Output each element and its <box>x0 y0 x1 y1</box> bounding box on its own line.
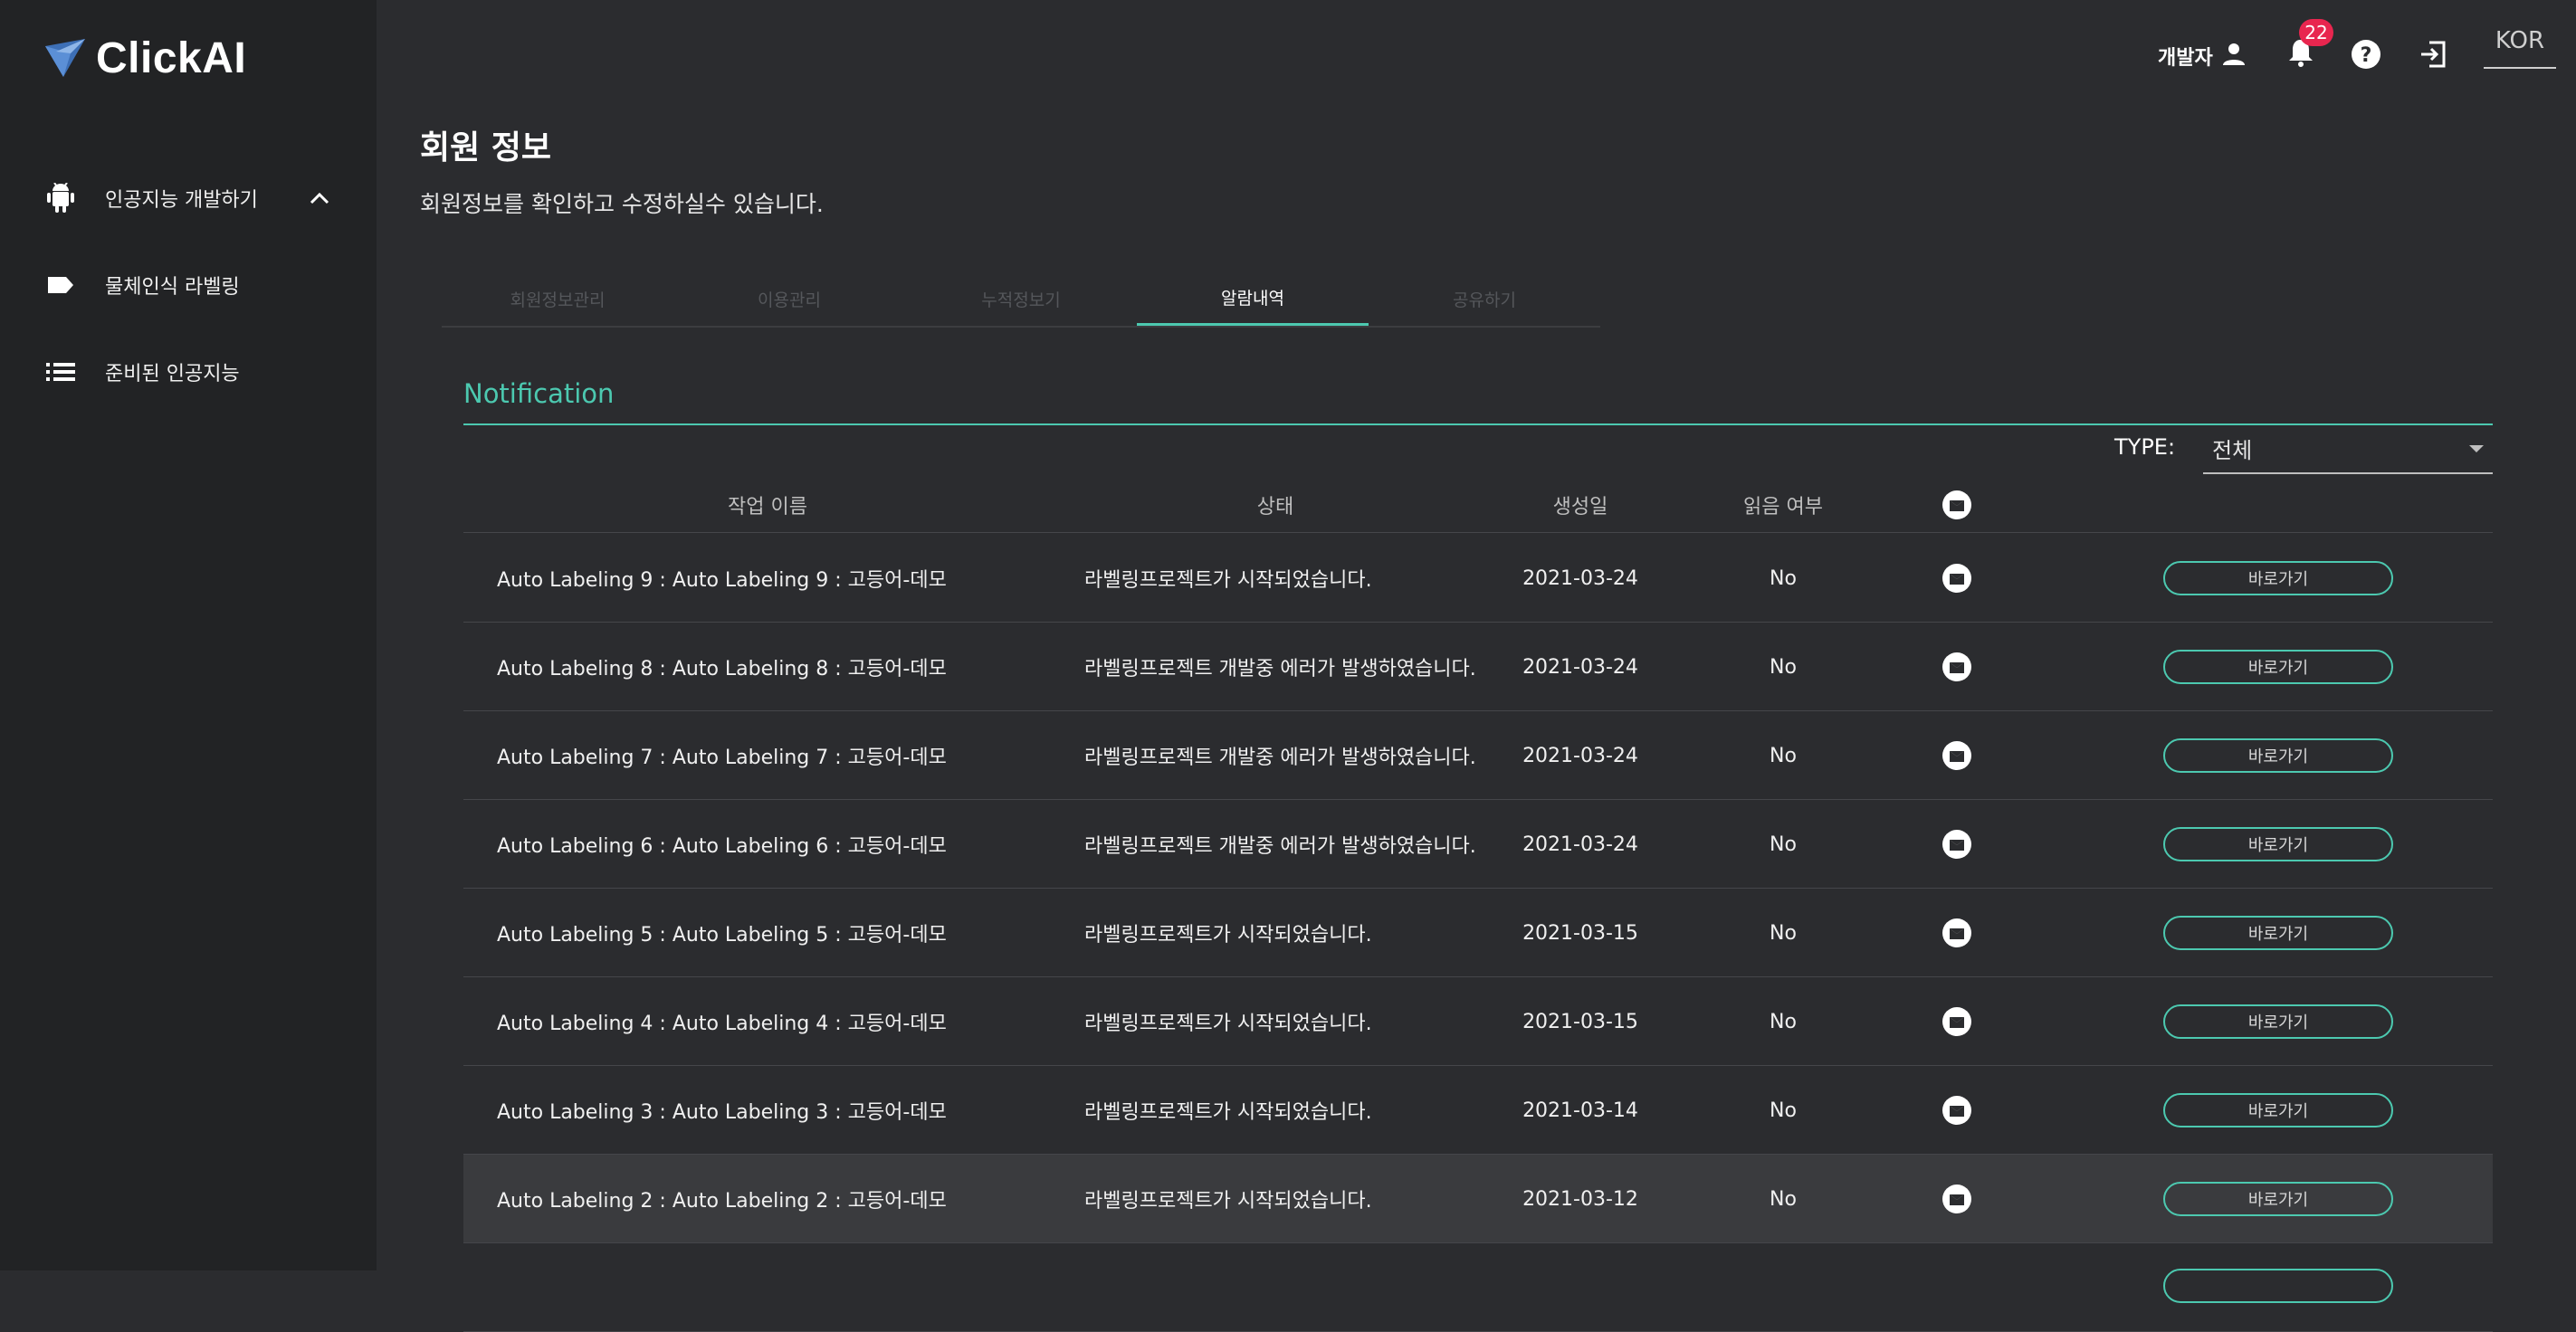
row-status: 라벨링프로젝트 개발중 에러가 발생하였습니다. <box>1084 747 1476 769</box>
person-icon[interactable] <box>2216 36 2252 72</box>
user-role-label[interactable]: 개발자 <box>2158 42 2213 71</box>
go-to-button[interactable]: 바로가기 <box>2163 1093 2393 1127</box>
logout-icon[interactable] <box>2415 36 2451 72</box>
row-task-name: Auto Labeling 3 : Auto Labeling 3 : 고등어-… <box>497 1101 947 1124</box>
type-filter-label: TYPE: <box>2114 434 2176 460</box>
row-status: 라벨링프로젝트 개발중 에러가 발생하였습니다. <box>1084 658 1476 680</box>
row-created-date: 2021-03-24 <box>1522 744 1638 767</box>
table-row[interactable]: Auto Labeling 7 : Auto Labeling 7 : 고등어-… <box>463 711 2493 800</box>
go-to-button[interactable]: 바로가기 <box>2163 738 2393 773</box>
table-row[interactable]: Auto Labeling 5 : Auto Labeling 5 : 고등어-… <box>463 889 2493 977</box>
row-task-name: Auto Labeling 4 : Auto Labeling 4 : 고등어-… <box>497 1013 947 1035</box>
page-title: 회원 정보 <box>420 129 552 166</box>
app-logo-text: ClickAI <box>96 33 247 82</box>
dropdown-arrow-icon <box>2469 445 2484 452</box>
row-created-date: 2021-03-24 <box>1522 832 1638 856</box>
table-row-partial <box>463 1243 2493 1332</box>
row-created-date: 2021-03-12 <box>1522 1187 1638 1211</box>
row-task-name: Auto Labeling 7 : Auto Labeling 7 : 고등어-… <box>497 747 947 769</box>
row-status: 라벨링프로젝트가 시작되었습니다. <box>1084 569 1372 592</box>
help-icon[interactable]: ? <box>2348 36 2384 72</box>
go-to-button-partial[interactable] <box>2163 1269 2393 1303</box>
list-icon <box>43 355 78 389</box>
page-subtitle: 회원정보를 확인하고 수정하실수 있습니다. <box>420 191 824 217</box>
sidebar-item-label: 인공지능 개발하기 <box>105 189 258 212</box>
sidebar-item-ai-develop[interactable]: 인공지능 개발하기 <box>43 173 329 224</box>
row-created-date: 2021-03-24 <box>1522 655 1638 679</box>
row-task-name: Auto Labeling 6 : Auto Labeling 6 : 고등어-… <box>497 835 947 858</box>
row-created-date: 2021-03-24 <box>1522 566 1638 590</box>
row-read-status: No <box>1770 921 1797 945</box>
tab-share[interactable]: 공유하기 <box>1369 271 1600 326</box>
notification-count-badge: 22 <box>2299 19 2333 46</box>
go-to-button[interactable]: 바로가기 <box>2163 916 2393 950</box>
table-row[interactable]: Auto Labeling 2 : Auto Labeling 2 : 고등어-… <box>463 1155 2493 1243</box>
tab-notifications[interactable]: 알람내역 <box>1137 271 1369 326</box>
label-tag-icon <box>43 268 78 302</box>
table-row[interactable]: Auto Labeling 6 : Auto Labeling 6 : 고등어-… <box>463 800 2493 889</box>
sidebar-item-label: 물체인식 라벨링 <box>105 276 240 299</box>
row-task-name: Auto Labeling 9 : Auto Labeling 9 : 고등어-… <box>497 569 947 592</box>
table-row[interactable]: Auto Labeling 3 : Auto Labeling 3 : 고등어-… <box>463 1066 2493 1155</box>
row-read-status: No <box>1770 1010 1797 1033</box>
app-logo[interactable]: ClickAI <box>43 33 246 83</box>
row-status: 라벨링프로젝트가 시작되었습니다. <box>1084 1101 1372 1124</box>
mail-icon[interactable] <box>1884 711 2029 800</box>
type-filter-select[interactable]: 전체 <box>2203 423 2493 474</box>
mail-icon[interactable] <box>1884 623 2029 711</box>
table-row[interactable]: Auto Labeling 4 : Auto Labeling 4 : 고등어-… <box>463 977 2493 1066</box>
mail-header-icon <box>1884 478 2029 532</box>
row-status: 라벨링프로젝트 개발중 에러가 발생하였습니다. <box>1084 835 1476 858</box>
go-to-button[interactable]: 바로가기 <box>2163 1004 2393 1039</box>
android-icon <box>43 181 78 215</box>
row-task-name: Auto Labeling 8 : Auto Labeling 8 : 고등어-… <box>497 658 947 680</box>
row-created-date: 2021-03-15 <box>1522 921 1638 945</box>
row-read-status: No <box>1770 655 1797 679</box>
row-read-status: No <box>1770 1187 1797 1211</box>
mail-icon[interactable] <box>1884 977 2029 1066</box>
go-to-button[interactable]: 바로가기 <box>2163 650 2393 684</box>
mail-icon[interactable] <box>1884 800 2029 889</box>
tab-cumulative[interactable]: 누적정보기 <box>905 271 1137 326</box>
column-header-read: 읽음 여부 <box>1743 496 1823 519</box>
mail-icon[interactable] <box>1884 1066 2029 1155</box>
tab-bar: 회원정보관리 이용관리 누적정보기 알람내역 공유하기 <box>442 271 1600 328</box>
mail-icon[interactable] <box>1884 1155 2029 1243</box>
sidebar-item-ready-ai[interactable]: 준비된 인공지능 <box>43 347 240 397</box>
chevron-up-icon[interactable] <box>302 181 337 215</box>
mail-icon[interactable] <box>1884 889 2029 977</box>
mail-icon[interactable] <box>1884 534 2029 623</box>
row-status: 라벨링프로젝트가 시작되었습니다. <box>1084 1190 1372 1213</box>
table-row[interactable]: Auto Labeling 9 : Auto Labeling 9 : 고등어-… <box>463 534 2493 623</box>
row-read-status: No <box>1770 1099 1797 1122</box>
go-to-button[interactable]: 바로가기 <box>2163 561 2393 595</box>
row-created-date: 2021-03-15 <box>1522 1010 1638 1033</box>
row-read-status: No <box>1770 744 1797 767</box>
go-to-button[interactable]: 바로가기 <box>2163 1182 2393 1216</box>
row-task-name: Auto Labeling 2 : Auto Labeling 2 : 고등어-… <box>497 1190 947 1213</box>
section-divider <box>463 423 2493 425</box>
type-filter-value: 전체 <box>2212 438 2253 463</box>
row-read-status: No <box>1770 566 1797 590</box>
row-status: 라벨링프로젝트가 시작되었습니다. <box>1084 924 1372 947</box>
column-header-name: 작업 이름 <box>728 496 807 519</box>
row-status: 라벨링프로젝트가 시작되었습니다. <box>1084 1013 1372 1035</box>
clickai-logo-icon <box>45 39 85 77</box>
sidebar-item-object-labeling[interactable]: 물체인식 라벨링 <box>43 260 240 310</box>
svg-text:?: ? <box>2361 44 2372 67</box>
table-header: 작업 이름 상태 생성일 읽음 여부 <box>463 478 2493 533</box>
row-created-date: 2021-03-14 <box>1522 1099 1638 1122</box>
go-to-button[interactable]: 바로가기 <box>2163 827 2393 861</box>
language-selector[interactable]: KOR <box>2484 27 2556 69</box>
row-task-name: Auto Labeling 5 : Auto Labeling 5 : 고등어-… <box>497 924 947 947</box>
table-row[interactable]: Auto Labeling 8 : Auto Labeling 8 : 고등어-… <box>463 623 2493 711</box>
row-read-status: No <box>1770 832 1797 856</box>
sidebar-item-label: 준비된 인공지능 <box>105 363 240 385</box>
tab-usage[interactable]: 이용관리 <box>673 271 905 326</box>
column-header-status: 상태 <box>1256 496 1294 519</box>
sidebar: ClickAI 인공지능 개발하기 물체인식 라벨링 준비된 인공지능 <box>0 0 377 1270</box>
tab-member-info[interactable]: 회원정보관리 <box>442 271 673 326</box>
column-header-created: 생성일 <box>1552 496 1608 519</box>
section-title: Notification <box>463 378 615 409</box>
